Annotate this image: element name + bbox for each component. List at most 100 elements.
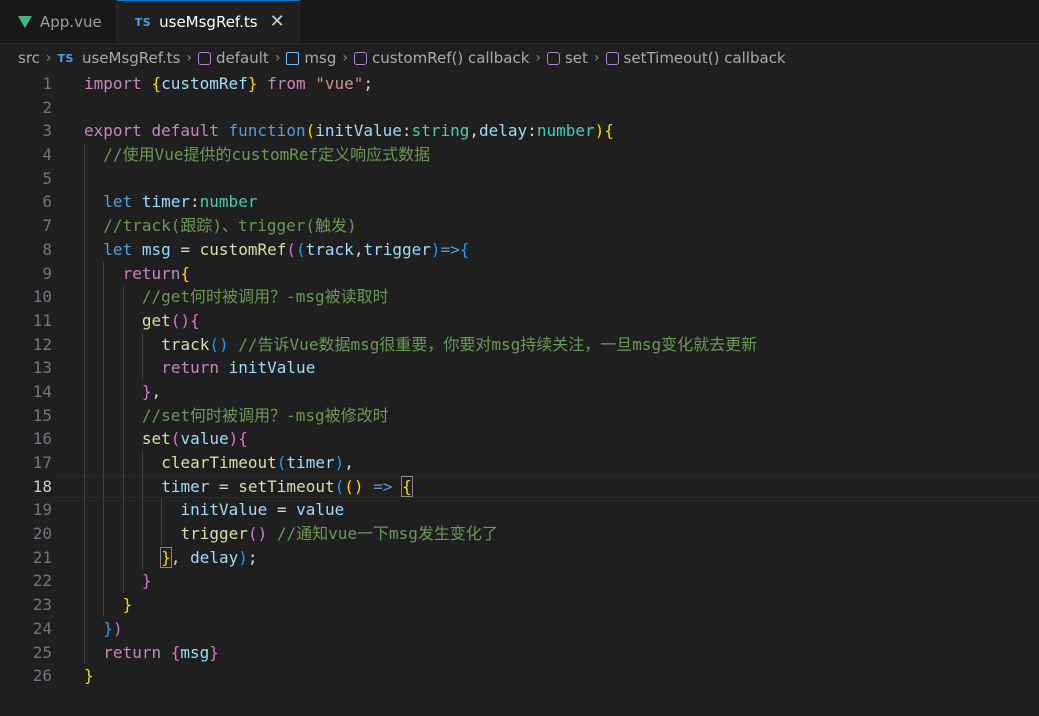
line-number: 17: [32, 453, 52, 472]
code-token: (: [296, 239, 306, 259]
code-line[interactable]: 21}, delay);: [0, 545, 1039, 570]
indent-guide: [84, 379, 85, 404]
code-line[interactable]: 16 set(value){: [0, 427, 1039, 451]
line-number: 18: [32, 476, 52, 496]
code-token: }: [103, 618, 113, 638]
indent-guide: [84, 166, 85, 191]
chevron-right-icon: ›: [593, 50, 600, 66]
code-line[interactable]: 10 //get何时被调用？-msg被读取时: [0, 285, 1039, 309]
code-content: set(value){: [52, 427, 1039, 451]
code-content: initValue = value: [52, 498, 1039, 523]
indent-guide: [122, 498, 124, 523]
code-token: ): [257, 524, 268, 544]
code-line[interactable]: 1 import {customRef} from "vue";: [0, 72, 1039, 96]
indent-guide: [122, 474, 124, 499]
code-line[interactable]: 19 initValue = value: [0, 498, 1039, 523]
indent-guide: [84, 261, 85, 286]
code-token: =: [267, 500, 297, 520]
line-number: 25: [32, 642, 52, 662]
code-content: //get何时被调用？-msg被读取时: [52, 285, 1039, 309]
indent-guide: [141, 545, 143, 570]
indent-guide: [84, 545, 85, 570]
code-line[interactable]: 15 //set何时被调用？-msg被修改时: [0, 403, 1039, 428]
code-token: {: [190, 310, 200, 330]
code-line[interactable]: 2: [0, 96, 1039, 120]
tab-usemsgref-ts[interactable]: TS useMsgRef.ts ✕: [116, 0, 300, 43]
breadcrumb-item-file[interactable]: TS useMsgRef.ts: [58, 49, 181, 67]
code-token: ,: [353, 239, 364, 259]
breadcrumb-item-settimeout-callback[interactable]: setTimeout() callback: [605, 49, 786, 67]
code-token: number: [536, 121, 595, 141]
variable-icon: [286, 51, 300, 65]
code-token: (: [305, 121, 316, 141]
code-line[interactable]: 5: [0, 166, 1039, 191]
breadcrumb-item-customref-callback[interactable]: customRef() callback: [353, 49, 529, 67]
code-editor[interactable]: 1 import {customRef} from "vue"; 2 3 export …: [0, 72, 1039, 688]
code-token: (: [334, 476, 345, 496]
code-token: return: [103, 642, 162, 662]
tab-app-vue[interactable]: App.vue: [0, 0, 117, 43]
code-line[interactable]: 8 let msg = customRef((track,trigger)=>{: [0, 237, 1039, 262]
line-number: 12: [32, 334, 52, 354]
code-token: {: [170, 642, 181, 662]
breadcrumb-item-msg[interactable]: msg: [286, 49, 336, 67]
code-token: ): [112, 618, 123, 638]
breadcrumb: src › TS useMsgRef.ts › default › msg › c…: [0, 44, 1039, 72]
code-line[interactable]: 4 //使用Vue提供的customRef定义响应式数据: [0, 143, 1039, 167]
code-line[interactable]: 13 return initValue: [0, 356, 1039, 380]
indent-guide: [141, 356, 143, 380]
code-token: //告诉Vue数据msg很重要，你要对msg持续关注，一旦msg变化就去更新: [238, 334, 758, 354]
code-token: track: [161, 334, 210, 354]
indent-guide: [103, 451, 105, 475]
breadcrumb-item-default[interactable]: default: [198, 49, 269, 67]
code-token: ): [238, 547, 248, 567]
code-line[interactable]: 23}: [0, 593, 1039, 617]
close-icon[interactable]: ✕: [270, 13, 285, 31]
code-line[interactable]: 14},: [0, 379, 1039, 404]
code-token: :: [527, 121, 537, 141]
code-token: ): [430, 239, 441, 259]
indent-guide: [103, 593, 105, 617]
indent-guide: [84, 143, 85, 167]
code-line[interactable]: 6 let timer:number: [0, 190, 1039, 215]
indent-guide: [84, 427, 85, 451]
line-number: 15: [32, 405, 52, 425]
code-line[interactable]: 17 clearTimeout(timer),: [0, 451, 1039, 475]
code-line[interactable]: 11 get(){: [0, 308, 1039, 333]
code-line[interactable]: 12 track() //告诉Vue数据msg很重要，你要对msg持续关注，一旦m…: [0, 332, 1039, 357]
code-token: ): [219, 334, 229, 354]
code-line[interactable]: 24}): [0, 616, 1039, 641]
breadcrumb-item-set[interactable]: set: [546, 49, 588, 67]
indent-guide: [141, 522, 143, 546]
code-content: //set何时被调用？-msg被修改时: [52, 403, 1039, 428]
code-token: timer: [161, 476, 210, 496]
indent-guide: [103, 403, 105, 428]
code-line[interactable]: 22}: [0, 569, 1039, 594]
code-content: //使用Vue提供的customRef定义响应式数据: [52, 143, 1039, 167]
code-line[interactable]: 7 //track(跟踪)、trigger(触发): [0, 214, 1039, 238]
breadcrumb-item-src[interactable]: src: [18, 49, 40, 67]
code-line[interactable]: 18 timer = setTimeout(() => {: [0, 474, 1039, 499]
code-token: (: [209, 334, 219, 354]
indent-guide: [84, 237, 85, 262]
code-token: number: [199, 192, 258, 212]
code-token: :: [401, 121, 412, 141]
line-number: 6: [42, 192, 52, 212]
code-token: set: [141, 429, 171, 449]
indent-guide: [122, 332, 124, 357]
line-number: 23: [32, 595, 52, 615]
code-line[interactable]: 26}: [0, 664, 1039, 688]
code-content: import {customRef} from "vue";: [52, 72, 1039, 96]
code-line[interactable]: 20 trigger() //通知vue一下msg发生变化了: [0, 522, 1039, 546]
code-line[interactable]: 25 return {msg}: [0, 640, 1039, 665]
code-token: export: [84, 121, 142, 141]
line-number: 21: [32, 547, 52, 567]
indent-guide: [84, 308, 85, 333]
code-line[interactable]: 3 export default function(initValue:strin…: [0, 119, 1039, 143]
indent-guide: [103, 569, 105, 594]
code-line[interactable]: 9 return{: [0, 261, 1039, 286]
indent-guide: [122, 285, 124, 309]
tab-label: App.vue: [40, 12, 102, 31]
